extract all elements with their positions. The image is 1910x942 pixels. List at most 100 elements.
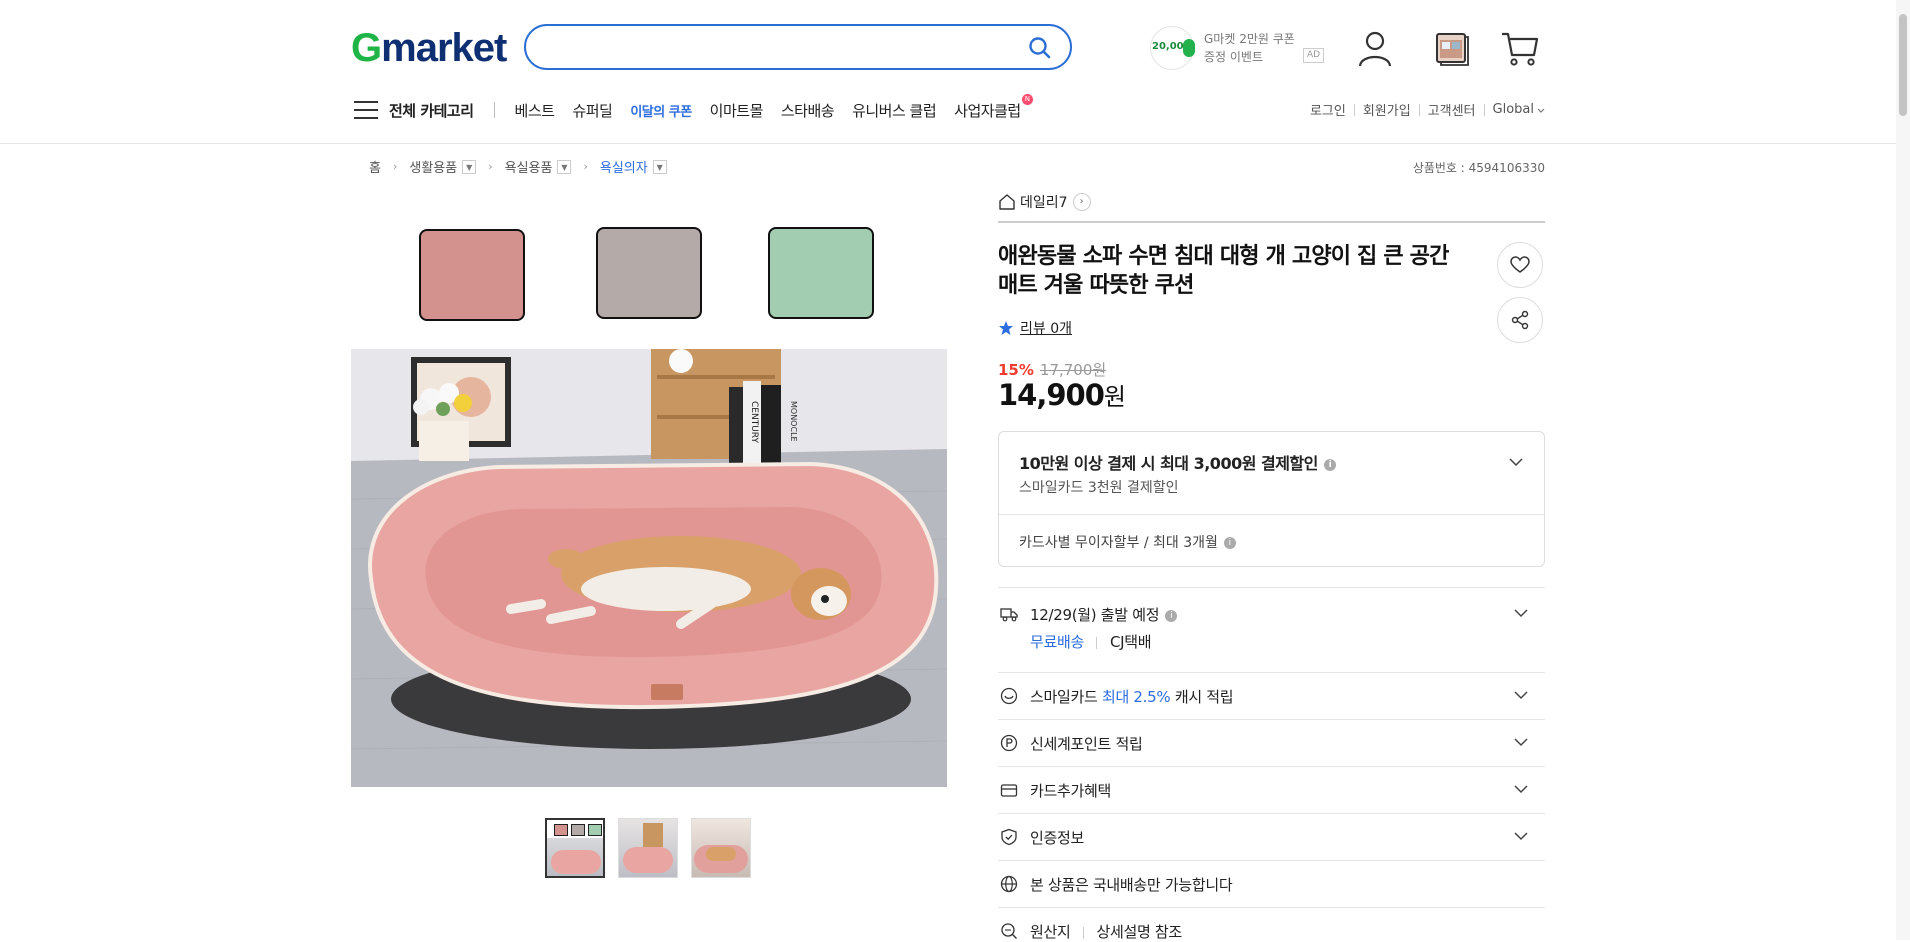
- search-input[interactable]: [548, 34, 1012, 62]
- points-text: 신세계포인트 적립: [1030, 735, 1143, 753]
- seller-divider: [998, 221, 1545, 223]
- smilecard-rate: 최대 2.5%: [1101, 688, 1171, 706]
- all-categories-button[interactable]: 전체 카테고리: [389, 100, 474, 121]
- wishlist-button[interactable]: [1497, 242, 1543, 288]
- payment-benefit-box[interactable]: 10만원 이상 결제 시 최대 3,000원 결제할인 i 스마일카드 3천원 결…: [998, 431, 1545, 567]
- breadcrumb-home[interactable]: 홈: [369, 157, 381, 176]
- chevron-right-icon: ›: [583, 160, 588, 173]
- product-title: 애완동물 소파 수면 침대 대형 개 고양이 집 큰 공간 매트 겨울 따뜻한 …: [998, 244, 1449, 298]
- coupon-amount: 20,000: [1152, 41, 1191, 52]
- chevron-down-icon: [1514, 785, 1528, 794]
- user-icon[interactable]: [1355, 28, 1395, 68]
- nav-star-delivery[interactable]: 스타배송: [781, 100, 835, 121]
- smilecard-text: 스마일카드 최대 2.5% 캐시 적립: [1030, 686, 1234, 707]
- login-link[interactable]: 로그인: [1310, 100, 1346, 119]
- benefit-divider: [999, 514, 1544, 515]
- smilecard-post: 캐시 적립: [1170, 688, 1234, 706]
- share-icon: [1511, 310, 1529, 330]
- smilecard-pre: 스마일카드: [1030, 688, 1102, 706]
- domestic-text: 본 상품은 국내배송만 가능합니다: [1030, 876, 1233, 894]
- nav-monthly-coupon[interactable]: 이달의 쿠폰: [630, 101, 692, 120]
- search-box[interactable]: [524, 24, 1072, 70]
- shipping-date: 12/29(월) 출발 예정 i: [1030, 604, 1178, 625]
- chevron-right-icon: ›: [392, 160, 398, 173]
- nav-emart-mall[interactable]: 이마트몰: [710, 100, 764, 121]
- thumb-bed-shape: [551, 850, 601, 874]
- breadcrumb-current[interactable]: 욕실의자: [600, 157, 648, 176]
- shipping-row[interactable]: 12/29(월) 출발 예정 i 무료배송 CJ택배: [998, 587, 1545, 658]
- heart-icon: [1510, 256, 1530, 273]
- thumb-swatch-mint: [588, 824, 602, 836]
- util-divider: [1353, 103, 1355, 116]
- review-summary[interactable]: 리뷰 0개: [998, 318, 1072, 338]
- scrollbar-track[interactable]: [1896, 0, 1910, 940]
- color-swatch-mint: [768, 227, 874, 319]
- hamburger-menu-icon[interactable]: [353, 99, 379, 121]
- origin-text: 원산지 상세설명 참조: [1030, 921, 1182, 942]
- product-main-image[interactable]: CENTURY MONOCLE: [351, 211, 947, 787]
- thumb-dog-shape: [706, 847, 736, 861]
- nav-business-club[interactable]: 사업자클럽 N: [954, 93, 1033, 121]
- signup-link[interactable]: 회원가입: [1363, 100, 1411, 119]
- chevron-down-icon: [1514, 832, 1528, 841]
- chevron-right-icon: ›: [488, 160, 493, 173]
- promo-banner[interactable]: 20,000 G마켓 2만원 쿠폰 증정 이벤트 AD: [1150, 26, 1325, 70]
- seller-name: 데일리7: [1020, 195, 1068, 211]
- chevron-down-icon: [1537, 108, 1545, 113]
- chevron-down-icon[interactable]: ▼: [462, 159, 477, 174]
- seller-store-link[interactable]: 데일리7 ›: [998, 192, 1091, 212]
- chevron-down-icon: [1514, 691, 1528, 700]
- share-button[interactable]: [1497, 297, 1543, 343]
- thumbnail-dog-bed-sleeping[interactable]: [691, 818, 751, 878]
- thumb-swatch-gray: [571, 824, 585, 836]
- certification-row[interactable]: 인증정보: [998, 813, 1545, 860]
- chevron-down-icon[interactable]: [1508, 454, 1524, 470]
- nav-best[interactable]: 베스트: [515, 100, 555, 121]
- scrollbar-thumb[interactable]: [1899, 14, 1907, 116]
- origin-label: 원산지: [1030, 923, 1071, 941]
- recent-items-icon[interactable]: [1432, 28, 1472, 68]
- card-benefit-row[interactable]: 카드추가혜택: [998, 766, 1545, 813]
- nav-divider: [493, 102, 495, 118]
- product-number: 상품번호 : 4594106330: [1412, 161, 1545, 175]
- certification-text: 인증정보: [1030, 829, 1085, 847]
- chevron-right-icon: ›: [1072, 193, 1091, 211]
- breadcrumb-level1[interactable]: 생활용품: [409, 157, 457, 176]
- info-icon[interactable]: i: [1165, 609, 1178, 622]
- info-icon[interactable]: i: [1223, 537, 1236, 549]
- chevron-down-icon[interactable]: ▼: [652, 159, 667, 174]
- breadcrumb: 홈 › 생활용품 ▼ › 욕실용품 ▼ › 욕실의자 ▼: [369, 157, 667, 176]
- promo-line2: 증정 이벤트: [1204, 50, 1264, 64]
- thumbnail-strip: [545, 818, 751, 878]
- globe-icon: [1000, 875, 1018, 893]
- gmarket-logo[interactable]: Gmarket: [351, 24, 507, 72]
- origin-row: 원산지 상세설명 참조: [998, 907, 1545, 941]
- dog-bed-photo: CENTURY MONOCLE: [351, 349, 947, 787]
- nav-superdeal[interactable]: 슈퍼딜: [572, 100, 612, 121]
- free-shipping: 무료배송: [1030, 633, 1085, 651]
- main-nav: 전체 카테고리 베스트 슈퍼딜 이달의 쿠폰 이마트몰 스타배송 유니버스 클럽…: [353, 93, 1039, 124]
- card-benefit-text: 카드추가혜택: [1030, 782, 1112, 800]
- sale-price-value: 14,900: [998, 378, 1105, 412]
- price-unit: 원: [1103, 383, 1126, 411]
- installment-info: 카드사별 무이자할부 / 최대 3개월 i: [1019, 532, 1236, 552]
- info-icon[interactable]: i: [1323, 458, 1336, 471]
- global-link[interactable]: Global: [1493, 102, 1534, 117]
- customer-center-link[interactable]: 고객센터: [1428, 100, 1476, 119]
- shipping-divider: [1096, 636, 1098, 649]
- chevron-down-icon[interactable]: ▼: [557, 159, 572, 174]
- breadcrumb-level2[interactable]: 욕실용품: [505, 157, 553, 176]
- thumbnail-color-options[interactable]: [545, 818, 605, 878]
- search-icon[interactable]: [1028, 36, 1052, 60]
- smilecard-cashback-row[interactable]: 스마일카드 최대 2.5% 캐시 적립: [998, 672, 1545, 719]
- origin-divider: [1082, 926, 1084, 939]
- benefit-headline: 10만원 이상 결제 시 최대 3,000원 결제할인 i: [1019, 450, 1336, 474]
- review-link[interactable]: 리뷰 0개: [1020, 318, 1072, 338]
- points-row[interactable]: 신세계포인트 적립: [998, 719, 1545, 766]
- thumbnail-dog-bed-bookshelf[interactable]: [618, 818, 678, 878]
- credit-card-icon: [1000, 784, 1018, 797]
- book-spine-century: CENTURY: [749, 401, 759, 443]
- courier-name: CJ택배: [1109, 633, 1152, 651]
- cart-icon[interactable]: [1500, 28, 1540, 68]
- nav-universe-club[interactable]: 유니버스 클럽: [852, 100, 937, 121]
